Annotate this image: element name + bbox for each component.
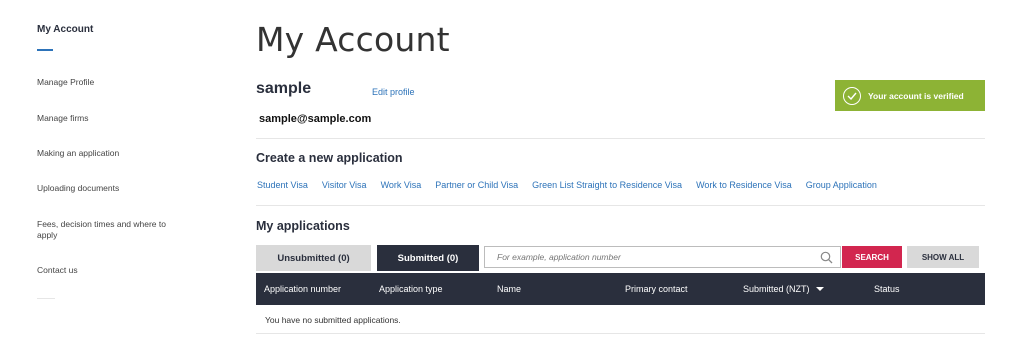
sidebar-item-manage-profile[interactable]: Manage Profile [37, 77, 187, 88]
column-submitted-label: Submitted (NZT) [743, 284, 810, 294]
verified-text: Your account is verified [868, 90, 964, 101]
sort-down-icon [815, 287, 824, 291]
sidebar-item-making-application[interactable]: Making an application [37, 148, 187, 159]
link-partner-child-visa[interactable]: Partner or Child Visa [435, 180, 518, 190]
profile-name: sample [256, 80, 312, 97]
tab-unsubmitted[interactable]: Unsubmitted (0) [256, 245, 371, 271]
sidebar-item-contact-us[interactable]: Contact us [37, 265, 187, 276]
page-title: My Account [256, 20, 450, 59]
show-all-button[interactable]: SHOW ALL [907, 246, 979, 268]
table-header: Application number Application type Name… [256, 273, 985, 305]
sidebar-item-manage-firms[interactable]: Manage firms [37, 113, 187, 124]
sidebar-divider [37, 298, 55, 299]
link-visitor-visa[interactable]: Visitor Visa [322, 180, 367, 190]
sidebar-item-fees[interactable]: Fees, decision times and where to apply [37, 219, 167, 241]
divider [256, 205, 985, 206]
check-circle-icon [843, 86, 861, 105]
link-group-application[interactable]: Group Application [806, 180, 877, 190]
visa-links: Student Visa Visitor Visa Work Visa Part… [257, 180, 891, 190]
main-content: My Account sample Edit profile sample@sa… [256, 0, 986, 356]
row-divider [256, 333, 985, 334]
column-primary-contact: Primary contact [625, 284, 688, 294]
empty-message: You have no submitted applications. [265, 315, 401, 325]
profile-email: sample@sample.com [259, 113, 372, 125]
search-icon[interactable] [816, 247, 836, 267]
tab-submitted[interactable]: Submitted (0) [377, 245, 479, 271]
link-student-visa[interactable]: Student Visa [257, 180, 308, 190]
my-applications-title: My applications [256, 219, 350, 233]
sidebar-title[interactable]: My Account [37, 24, 93, 35]
search-box [484, 246, 841, 268]
search-button[interactable]: SEARCH [842, 246, 902, 268]
sidebar: My Account Manage Profile Manage firms M… [0, 0, 210, 356]
link-work-visa[interactable]: Work Visa [381, 180, 422, 190]
column-application-number: Application number [264, 284, 342, 294]
column-name: Name [497, 284, 522, 294]
link-work-to-residence-visa[interactable]: Work to Residence Visa [696, 180, 792, 190]
verified-badge: Your account is verified [835, 80, 985, 111]
link-green-list-visa[interactable]: Green List Straight to Residence Visa [532, 180, 682, 190]
sidebar-item-uploading-documents[interactable]: Uploading documents [37, 183, 187, 194]
column-status: Status [874, 284, 900, 294]
create-application-title: Create a new application [256, 151, 403, 165]
divider [256, 138, 985, 139]
search-input[interactable] [485, 247, 816, 267]
edit-profile-link[interactable]: Edit profile [372, 87, 415, 97]
column-submitted-sortable[interactable]: Submitted (NZT) [743, 273, 824, 305]
sidebar-active-indicator [37, 49, 53, 51]
column-application-type: Application type [379, 284, 443, 294]
